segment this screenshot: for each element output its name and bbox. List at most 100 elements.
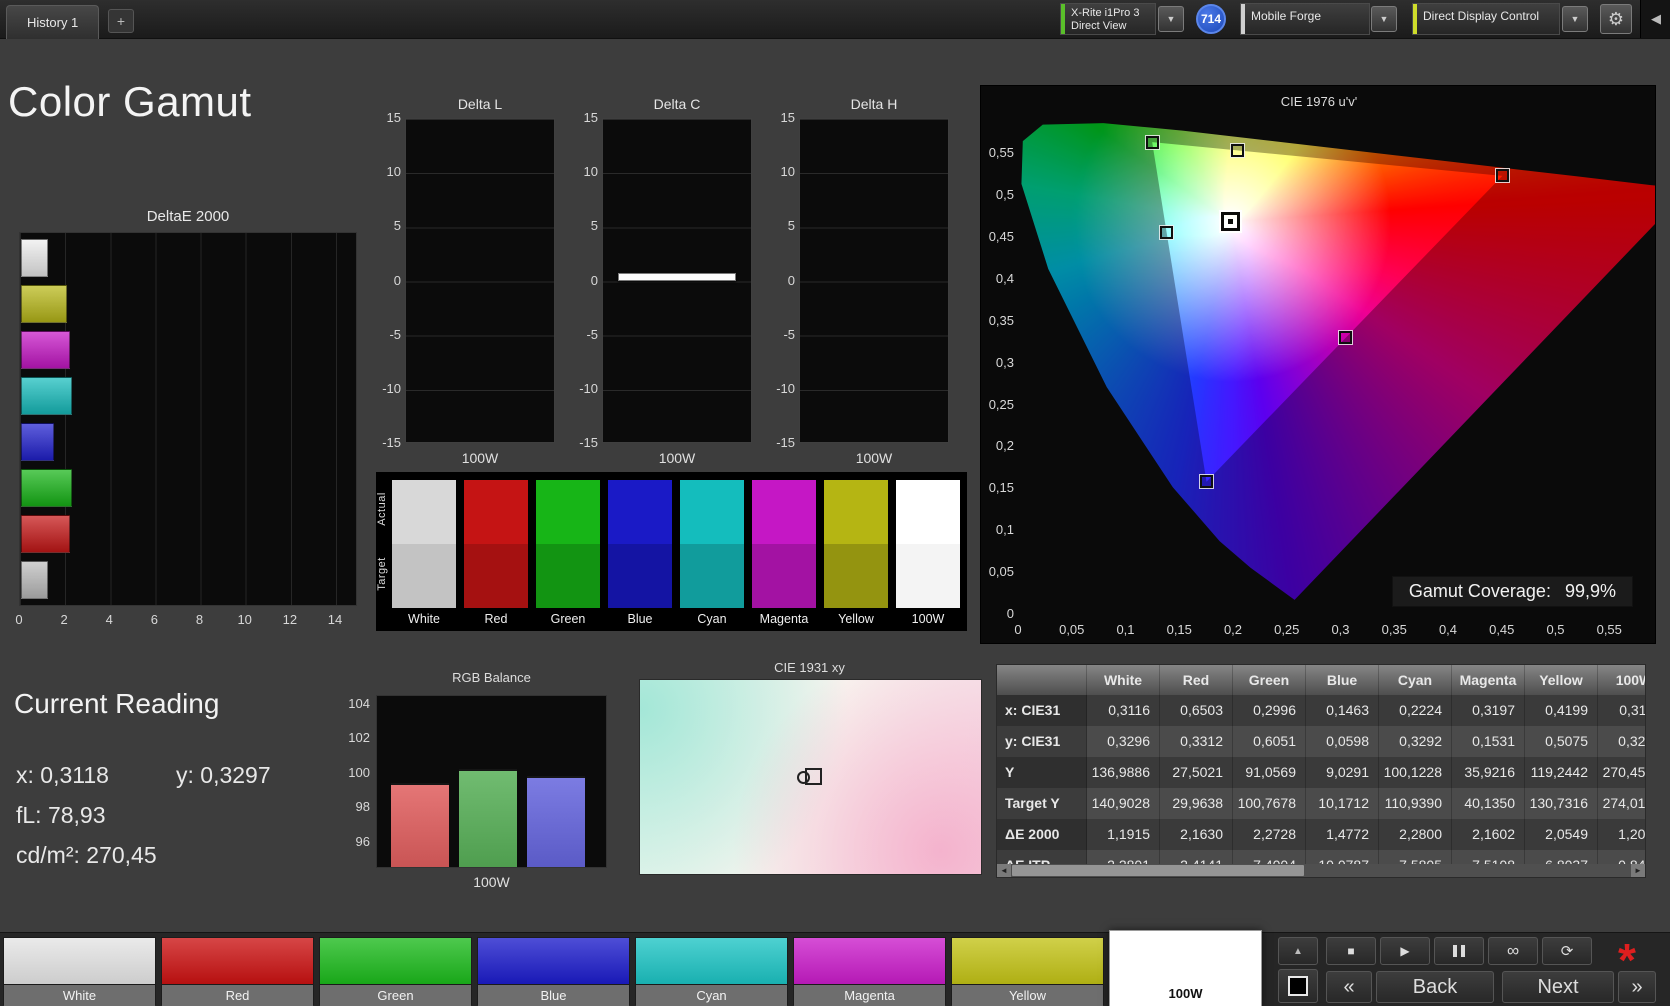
add-tab-button[interactable]: + [108, 9, 134, 33]
display-control-label: Direct Display Control [1423, 9, 1540, 23]
window-icon [1288, 976, 1308, 996]
pattern-window-button[interactable] [1278, 969, 1318, 1003]
display-control-dropdown-button[interactable]: ▼ [1562, 6, 1588, 32]
deltae-bar-magenta [21, 331, 70, 369]
pause-button[interactable] [1434, 937, 1484, 965]
pattern-white[interactable]: White [3, 937, 156, 1006]
play-icon: ▶ [1400, 944, 1410, 958]
delta-y-tick: -15 [776, 435, 795, 451]
meter-label: X-Rite i1Pro 3 Direct View [1071, 7, 1140, 32]
deltae-bar-yellow [21, 285, 68, 323]
pattern-color [4, 938, 155, 984]
table-cell: 0,3292 [1379, 726, 1452, 757]
rgb-y-tick: 104 [348, 695, 370, 711]
cie-x-tick: 0,2 [1223, 622, 1243, 637]
refresh-button[interactable]: ⟳ [1542, 937, 1592, 965]
target-swatch [608, 544, 672, 608]
gamut-point-green [1145, 136, 1159, 150]
swatch-column-red: Red [464, 480, 528, 628]
delta-y-tick: 15 [386, 110, 401, 125]
target-swatch [752, 544, 816, 608]
scrollbar-thumb[interactable] [1012, 865, 1304, 876]
pattern-label: White [4, 984, 155, 1006]
row-label: Y [997, 757, 1087, 788]
pattern-yellow[interactable]: Yellow [951, 937, 1104, 1006]
pattern-color [636, 938, 787, 984]
scroll-left-button[interactable]: ◄ [997, 864, 1011, 877]
stop-button[interactable]: ■ [1326, 937, 1376, 965]
cie1976-title: CIE 1976 u'v' [1280, 94, 1358, 109]
table-scrollbar[interactable]: ◄ ► [997, 864, 1645, 877]
delta-chart-plot [405, 118, 555, 443]
refresh-icon: ⟳ [1560, 943, 1574, 960]
pattern-label: Cyan [636, 984, 787, 1006]
cie-y-tick: 0,05 [988, 564, 1014, 580]
scroll-up-button[interactable]: ▲ [1278, 937, 1318, 965]
source-dropdown-button[interactable]: ▼ [1371, 6, 1397, 32]
swatch-label: Yellow [838, 612, 874, 626]
deltae-bar-white [21, 239, 49, 277]
delta-y-tick: 0 [393, 272, 401, 288]
pattern-label: 100W [1110, 983, 1261, 1004]
measurement-table: WhiteRedGreenBlueCyanMagentaYellow100Wx:… [996, 664, 1646, 878]
target-swatch [896, 544, 960, 608]
pattern-red[interactable]: Red [161, 937, 314, 1006]
fast-forward-button[interactable]: » [1618, 971, 1656, 1003]
pattern-cyan[interactable]: Cyan [635, 937, 788, 1006]
chevron-left-icon: ◀ [1651, 11, 1661, 26]
table-cell: 0,3312 [1160, 726, 1233, 757]
collapse-panel-button[interactable]: ◀ [1640, 0, 1670, 38]
history-tab[interactable]: History 1 [6, 5, 100, 39]
row-label: y: CIE31 [997, 726, 1087, 757]
cie-x-tick: 0,15 [1166, 622, 1192, 637]
gamut-point-cyan [1160, 225, 1174, 239]
pattern-green[interactable]: Green [319, 937, 472, 1006]
continuous-measure-button[interactable]: ∞ [1488, 937, 1538, 965]
table-header-cell: Magenta [1452, 665, 1525, 695]
meter-dropdown-button[interactable]: ▼ [1158, 6, 1184, 32]
gamut-point-blue [1200, 475, 1214, 489]
table-cell: 29,9638 [1160, 788, 1233, 819]
settings-button[interactable]: ⚙ [1600, 4, 1632, 34]
swatch-column-100w: 100W [896, 480, 960, 628]
pattern-strip: ▲ ■ ▶ ∞ ⟳ * « Back Next » White Red Gree… [0, 930, 1670, 1006]
pattern-color [1110, 931, 1261, 983]
actual-swatch [464, 480, 528, 544]
cie-y-tick: 0,3 [995, 354, 1014, 370]
target-row-label: Target [376, 557, 388, 591]
pattern-blue[interactable]: Blue [477, 937, 630, 1006]
fast-back-button[interactable]: « [1326, 971, 1372, 1003]
scroll-right-button[interactable]: ► [1631, 864, 1645, 877]
table-cell: 9,0291 [1306, 757, 1379, 788]
cie-x-tick: 0,25 [1274, 622, 1300, 637]
table-cell: 10,1712 [1306, 788, 1379, 819]
table-cell: 2,1630 [1160, 819, 1233, 850]
double-chevron-left-icon: « [1343, 975, 1355, 998]
back-button[interactable]: Back [1376, 971, 1494, 1003]
display-control-selector[interactable]: Direct Display Control [1412, 3, 1560, 35]
source-selector[interactable]: Mobile Forge [1240, 3, 1370, 35]
meter-selector[interactable]: X-Rite i1Pro 3 Direct View [1060, 3, 1156, 35]
next-button[interactable]: Next [1502, 971, 1614, 1003]
pattern-100w[interactable]: 100W [1109, 930, 1262, 1006]
notification-button[interactable]: * [1598, 933, 1656, 967]
table-cell: 0,0598 [1306, 726, 1379, 757]
rgb-balance-chart [376, 695, 607, 868]
cie-y-tick: 0,25 [988, 396, 1014, 412]
table-cell: 2,2800 [1379, 819, 1452, 850]
pattern-magenta[interactable]: Magenta [793, 937, 946, 1006]
target-swatch [392, 544, 456, 608]
page-title: Color Gamut [8, 78, 252, 125]
cie-y-tick: 0,5 [995, 187, 1014, 202]
gamut-coverage: Gamut Coverage: 99,9% [1391, 576, 1633, 607]
cie-x-tick: 0,05 [1059, 622, 1085, 637]
meter-accent-stripe [1061, 4, 1065, 34]
pattern-color [794, 938, 945, 984]
chevron-down-icon: ▼ [1570, 14, 1580, 24]
play-button[interactable]: ▶ [1380, 937, 1430, 965]
pattern-label: Green [320, 984, 471, 1006]
pattern-label: Yellow [952, 984, 1103, 1006]
measurement-count-badge: 714 [1196, 4, 1226, 34]
delta-y-tick: -5 [586, 326, 598, 342]
actual-swatch [608, 480, 672, 544]
